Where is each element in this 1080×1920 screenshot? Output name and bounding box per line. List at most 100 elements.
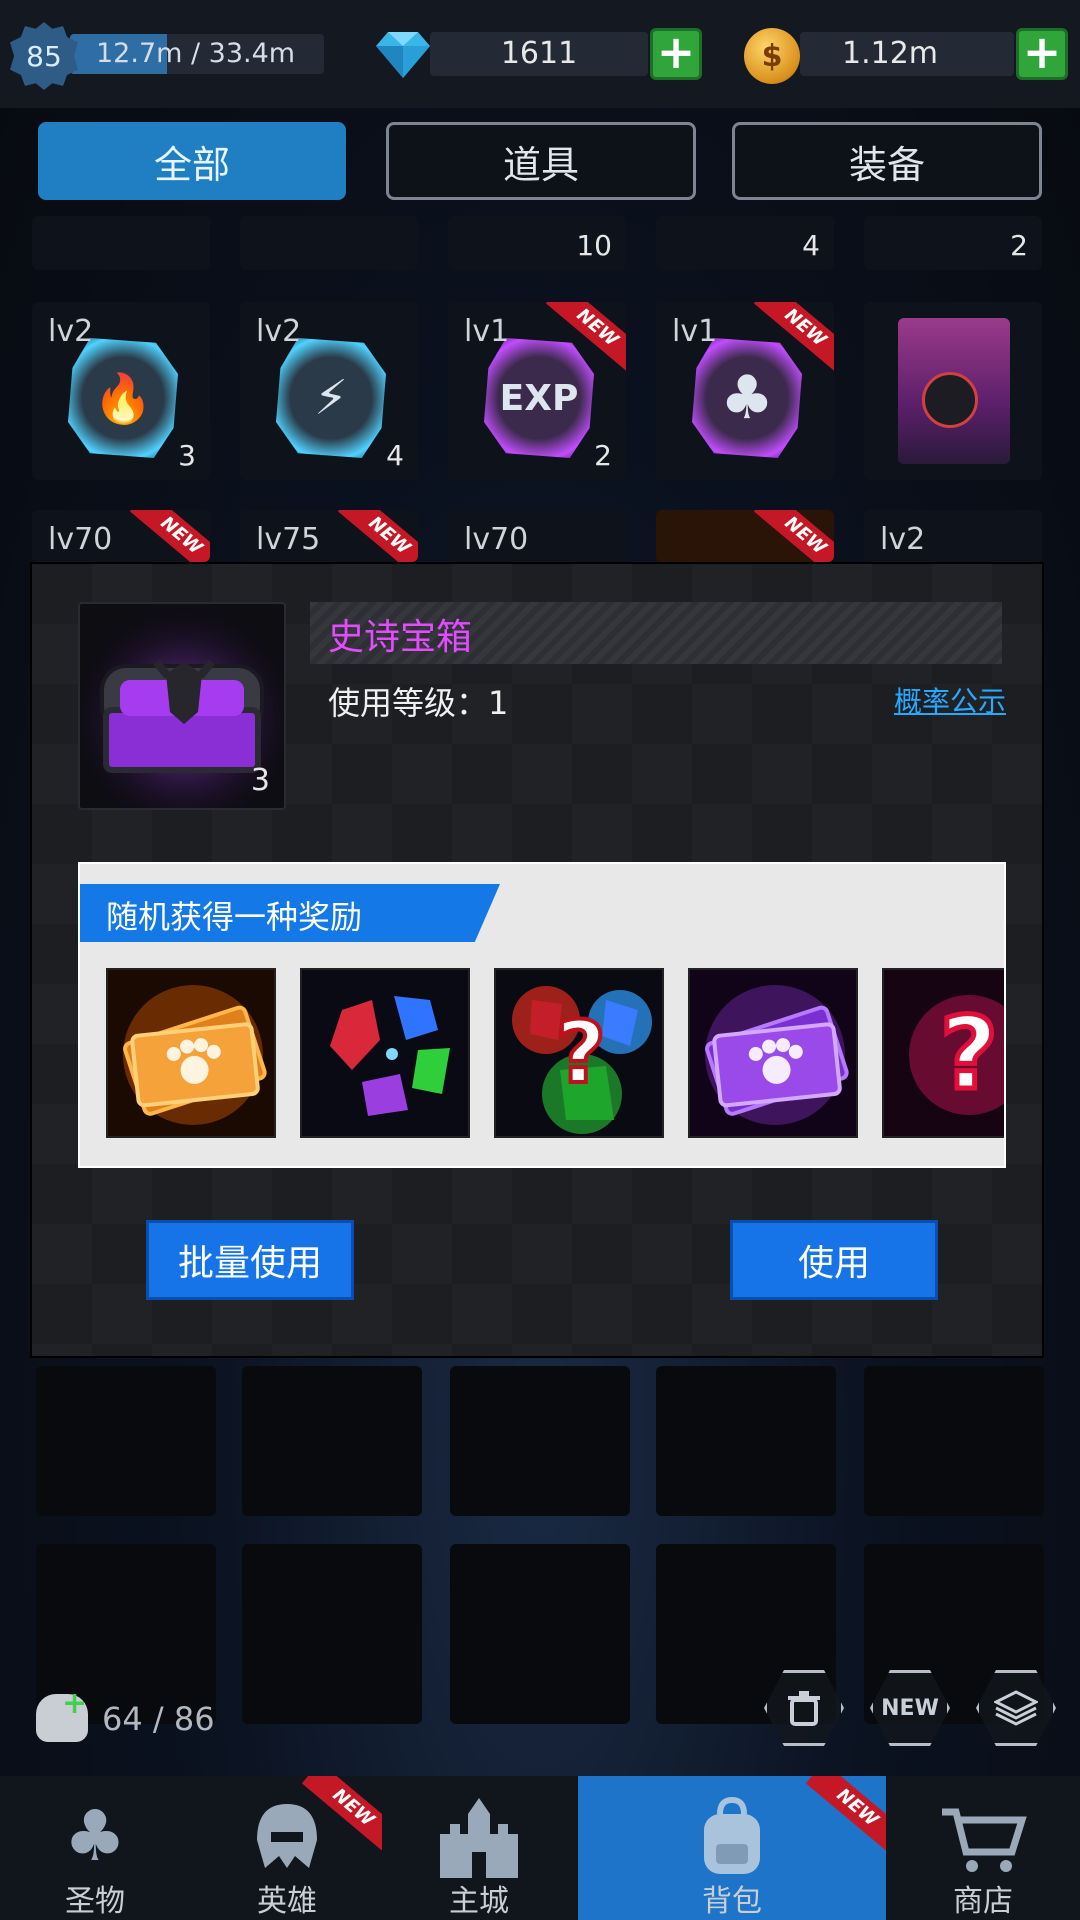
xp-text: 12.7m / 33.4m [96,38,296,69]
new-filter-label: NEW [881,1695,939,1721]
card-pack-emblem [922,372,978,428]
use-level: 使用等级：1 [328,684,509,722]
bag-slot[interactable]: ⚡ lv2 4 [240,302,418,480]
bag-slot[interactable]: NEW [656,510,834,562]
reward-panel: 随机获得一种奖励 ? ? [78,862,1006,1168]
tab-equipment[interactable]: 装备 [732,122,1042,200]
tab-items[interactable]: 道具 [386,122,696,200]
resource-bar: 12.7m / 33.4m 85 1611 + $ 1.12m + [0,0,1080,108]
nav-heroes[interactable]: 英雄 NEW [192,1776,382,1920]
castle-icon [434,1794,524,1878]
tab-all[interactable]: 全部 [38,122,346,200]
empty-bag-slot[interactable] [864,1366,1044,1516]
bag-slot[interactable] [32,216,210,270]
nav-main-city-label: 主城 [449,1884,509,1919]
random-gem-icon: ? [496,970,662,1136]
empty-bag-slot[interactable] [656,1366,836,1516]
use-button[interactable]: 使用 [730,1220,938,1300]
exp-rune-icon: EXP [499,377,579,419]
nav-shop[interactable]: 商店 [888,1776,1078,1920]
gem-bundle-icon [302,970,468,1136]
empty-bag-slot[interactable] [36,1366,216,1516]
orange-paw-ticket-icon [108,970,274,1136]
item-level: lv1 [672,314,718,349]
tab-all-label: 全部 [153,142,230,187]
nav-backpack-label: 背包 [702,1884,762,1919]
tab-items-label: 道具 [502,142,579,187]
helmet-icon [242,1794,332,1878]
item-level: lv2 [256,314,302,349]
gem-count: 1611 [500,36,578,71]
probability-link[interactable]: 概率公示 [894,680,1006,720]
empty-bag-slot[interactable] [242,1366,422,1516]
plus-icon: + [62,1686,88,1721]
item-detail-modal: 3 史诗宝箱 使用等级：1 概率公示 随机获得一种奖励 ? ? 批量使用 使用 [30,562,1044,1358]
lightning-rune-icon: ⚡ [314,370,348,426]
bag-slot[interactable]: ♣ lv1 NEW [656,302,834,480]
nav-main-city[interactable]: 主城 [384,1776,574,1920]
diamond-icon [376,32,430,78]
player-level-badge[interactable]: 85 [10,22,78,90]
nav-shop-label: 商店 [953,1884,1013,1919]
batch-use-button[interactable]: 批量使用 [146,1220,354,1300]
nav-heroes-label: 英雄 [257,1884,317,1919]
reward-item[interactable] [300,968,470,1138]
item-count: 3 [250,763,270,798]
bag-slot[interactable]: EXP lv1 2 NEW [448,302,626,480]
item-level: lv75 [256,522,321,557]
bag-slot[interactable]: lv2 [864,510,1042,562]
item-icon-frame: 3 [78,602,286,810]
item-count: 2 [1010,229,1028,262]
item-level: lv70 [48,522,113,557]
xp-bar: 12.7m / 33.4m [70,34,324,74]
game-screen: 12.7m / 33.4m 85 1611 + $ 1.12m + 全部 道具 … [0,0,1080,1920]
new-badge: NEW [753,510,834,562]
bag-slot[interactable]: lv70 [448,510,626,562]
item-count: 3 [178,439,196,472]
backpack-icon [687,1794,777,1878]
empty-bag-slot[interactable] [450,1544,630,1724]
nav-backpack[interactable]: 背包 NEW [578,1776,886,1920]
bag-slot[interactable]: 2 [864,216,1042,270]
bag-slot[interactable]: 10 [448,216,626,270]
bag-capacity: 64 / 86 [102,1700,215,1738]
reward-item[interactable] [106,968,276,1138]
reward-item[interactable] [688,968,858,1138]
nav-relics[interactable]: ♣ 圣物 [0,1776,190,1920]
new-badge: NEW [805,1776,886,1855]
bag-slot[interactable]: 🔥 lv2 3 [32,302,210,480]
item-level: lv2 [48,314,94,349]
player-level: 85 [26,39,62,73]
item-count: 2 [594,439,612,472]
item-count: 4 [386,439,404,472]
reward-title: 随机获得一种奖励 [106,898,363,936]
add-gems-button[interactable]: + [650,28,702,80]
empty-bag-slot[interactable] [450,1366,630,1516]
add-gold-button[interactable]: + [1016,28,1068,80]
bag-slot[interactable]: 4 [656,216,834,270]
bag-slot[interactable]: lv70 NEW [32,510,210,562]
fire-rune-icon: 🔥 [93,370,153,427]
new-badge: NEW [337,510,418,562]
reward-item[interactable]: ? [882,968,1004,1138]
clover-rune-icon: ♣ [720,363,774,433]
item-level: lv70 [464,522,529,557]
new-badge: NEW [129,510,210,562]
trash-icon [788,1691,820,1726]
bag-slot[interactable] [240,216,418,270]
bag-slot[interactable] [864,302,1042,480]
gold-count: 1.12m [841,36,939,71]
clover-icon: ♣ [63,1795,127,1877]
tab-equipment-label: 装备 [848,142,925,187]
reward-item[interactable]: ? [494,968,664,1138]
purple-paw-ticket-icon [690,970,856,1136]
empty-bag-slot[interactable] [242,1544,422,1724]
item-count: 4 [802,229,820,262]
item-level: lv1 [464,314,510,349]
bag-slot[interactable]: lv75 NEW [240,510,418,562]
item-level: lv2 [880,522,926,557]
nav-relics-label: 圣物 [65,1884,125,1919]
svg-text:?: ? [940,995,998,1112]
layers-icon [994,1690,1038,1726]
item-count: 10 [576,229,612,262]
